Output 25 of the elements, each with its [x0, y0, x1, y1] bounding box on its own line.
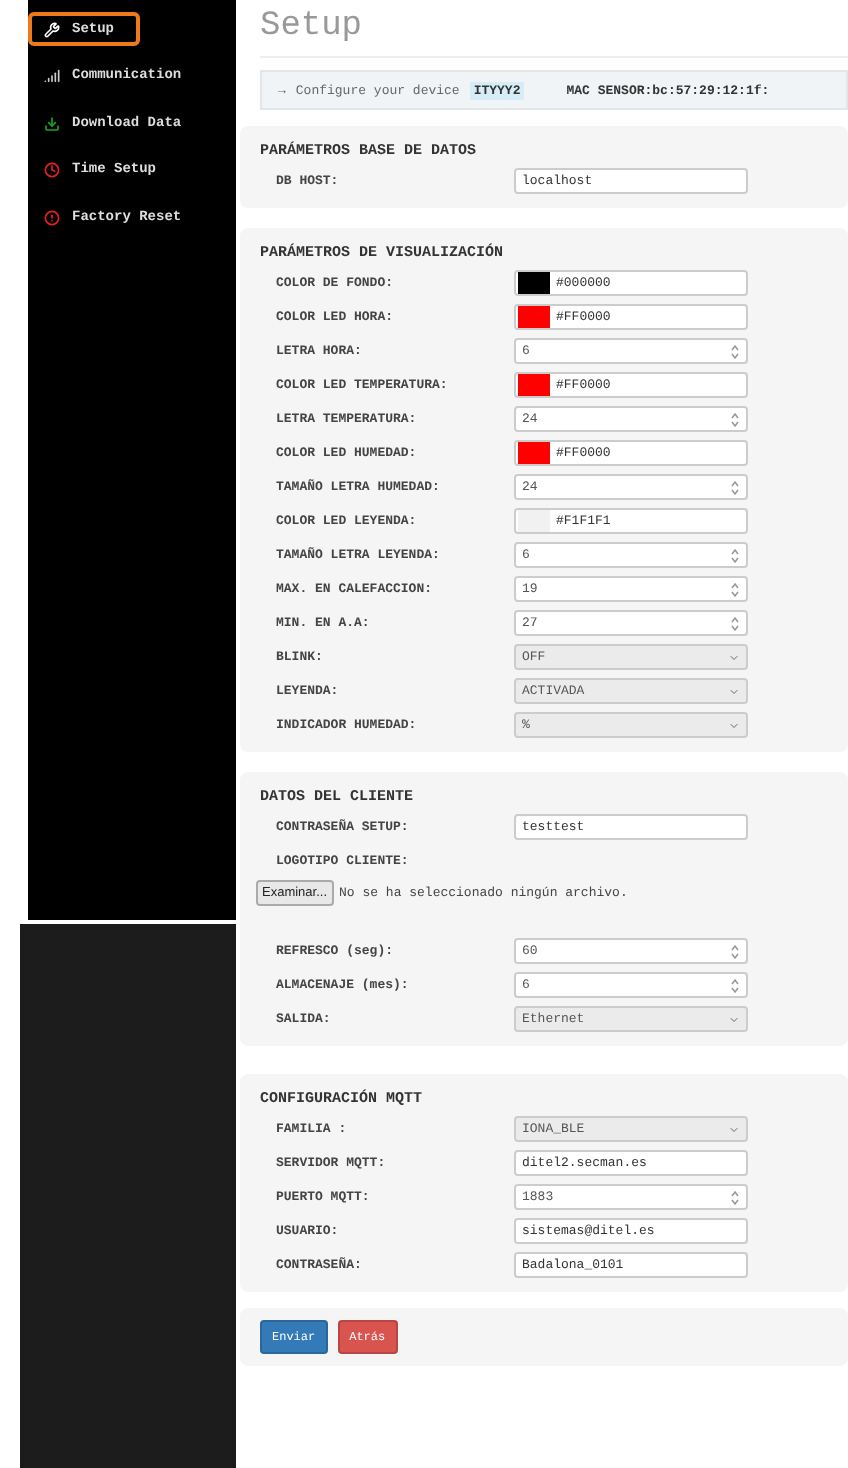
caret-icon	[728, 719, 740, 731]
clock-icon	[44, 162, 60, 178]
color-swatch[interactable]	[518, 272, 550, 294]
color-swatch[interactable]	[518, 442, 550, 464]
spinner-icon[interactable]	[730, 581, 740, 597]
page-title: Setup	[260, 6, 365, 50]
color-swatch[interactable]	[518, 306, 550, 328]
spinner-icon[interactable]	[730, 943, 740, 959]
caret-icon	[728, 651, 740, 663]
download-icon	[44, 115, 60, 131]
spinner-icon[interactable]	[730, 547, 740, 563]
signal-icon	[44, 68, 60, 84]
spinner-icon[interactable]	[730, 411, 740, 427]
caret-icon	[728, 1013, 740, 1025]
alert-icon	[44, 209, 60, 225]
spinner-icon[interactable]	[730, 1189, 740, 1205]
spinner-icon[interactable]	[730, 615, 740, 631]
spinner-icon[interactable]	[730, 479, 740, 495]
caret-icon	[728, 1123, 740, 1135]
color-swatch[interactable]	[518, 510, 550, 532]
spinner-icon[interactable]	[730, 343, 740, 359]
color-swatch[interactable]	[518, 374, 550, 396]
caret-icon	[728, 685, 740, 697]
spinner-icon[interactable]	[730, 977, 740, 993]
wrench-icon	[44, 21, 60, 37]
